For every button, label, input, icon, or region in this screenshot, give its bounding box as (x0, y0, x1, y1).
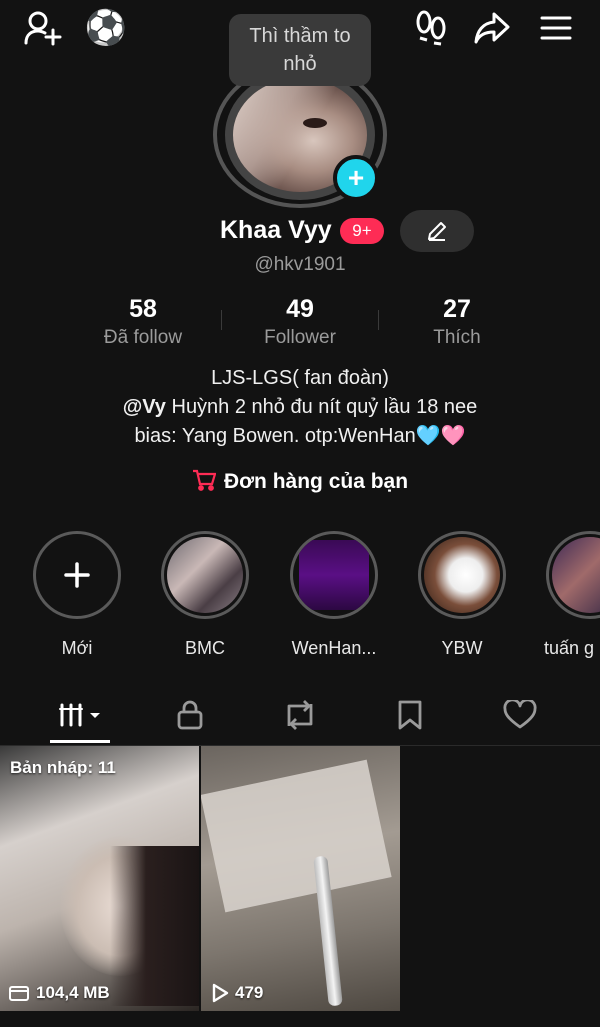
highlight-ybw-label: YBW (441, 638, 483, 658)
highlight-tuan-ring (546, 531, 600, 619)
draft-size-value: 104,4 MB (36, 983, 110, 1002)
share-arrow-icon[interactable] (470, 8, 514, 48)
plus-icon (64, 562, 90, 588)
highlight-ybw-thumbnail (424, 537, 500, 613)
stat-followers-value: 49 (286, 295, 314, 323)
highlight-tuan-thumbnail (552, 537, 600, 613)
bio-line-3: bias: Yang Bowen. otp:WenHan🩵🩷 (134, 425, 466, 447)
bio-line-1: LJS-LGS( fan đoàn) (211, 367, 389, 389)
cart-icon (192, 469, 217, 491)
highlight-wenhan[interactable]: WenHan... (286, 531, 382, 659)
stat-following-label: Đã follow (103, 327, 183, 348)
highlight-bmc-label: BMC (185, 638, 225, 658)
stat-likes-label: Thích (433, 327, 481, 348)
highlight-bmc-ring (161, 531, 249, 619)
folder-icon (9, 986, 29, 1001)
video-views-value: 479 (235, 983, 264, 1002)
orders-label: Đơn hàng của bạn (223, 470, 409, 493)
bio-line-2: @Vy Huỳnh 2 nhỏ đu nít quỷ lầu 18 nee (0, 393, 600, 422)
videos-grid-icon (59, 703, 100, 727)
tab-videos[interactable] (50, 690, 110, 740)
stat-likes[interactable]: 27 Thích (377, 294, 537, 352)
add-story-button[interactable]: + (333, 155, 379, 201)
highlight-wenhan-ring (290, 531, 378, 619)
draft-label: Bản nháp: 11 (10, 758, 116, 777)
highlight-ybw-ring (418, 531, 506, 619)
profile-name: Khaa Vyy (220, 216, 332, 244)
highlight-wenhan-label: WenHan... (291, 638, 377, 658)
play-icon (212, 983, 229, 1003)
bookmark-icon (398, 700, 422, 730)
highlight-tuan-label: tuấn g (544, 638, 595, 658)
heart-icon (503, 700, 537, 729)
stat-likes-value: 27 (443, 295, 471, 323)
highlight-wenhan-thumbnail (299, 540, 369, 610)
repost-icon (287, 700, 313, 730)
pencil-icon (428, 222, 446, 241)
highlight-tuan[interactable]: tuấn g (542, 531, 600, 659)
tab-liked[interactable] (490, 690, 550, 740)
grid-item-video[interactable]: 479 (201, 746, 400, 1011)
stat-following-value: 58 (129, 295, 157, 323)
footprints-icon[interactable] (410, 8, 452, 48)
avatar-photo-eye (303, 118, 327, 128)
bio-mention[interactable]: @Vy (123, 396, 166, 418)
edit-profile-button[interactable] (400, 210, 474, 252)
add-user-icon[interactable] (22, 8, 64, 48)
grid-item-drafts[interactable]: Bản nháp: 11 104,4 MB (0, 746, 199, 1011)
orders-link[interactable]: Đơn hàng của bạn (0, 469, 600, 494)
tab-saved[interactable] (380, 690, 440, 740)
active-tab-indicator (50, 740, 110, 743)
soccer-ball-icon[interactable]: ⚽ (84, 6, 128, 50)
highlight-bmc-thumbnail (167, 537, 243, 613)
lock-icon (177, 700, 203, 730)
video-views: 479 (211, 983, 263, 1003)
draft-size: 104,4 MB (8, 983, 110, 1003)
highlight-new-label: Mới (61, 638, 93, 658)
hamburger-menu-icon[interactable] (534, 8, 578, 48)
tab-private[interactable] (160, 690, 220, 740)
draft-photo-hair (110, 846, 199, 1006)
highlight-bmc[interactable]: BMC (157, 531, 253, 659)
profile-handle: @hkv1901 (254, 254, 346, 275)
video-photo-paper (201, 759, 392, 913)
tab-reposts[interactable] (270, 690, 330, 740)
tooltip-whisper[interactable]: Thì thầm to nhỏ (229, 14, 371, 86)
highlight-ybw[interactable]: YBW (414, 531, 510, 659)
highlight-new[interactable]: Mới (29, 531, 125, 659)
highlight-new-ring (33, 531, 121, 619)
bio-line-2-text: Huỳnh 2 nhỏ đu nít quỷ lầu 18 nee (165, 396, 478, 418)
stat-followers-label: Follower (264, 327, 336, 348)
stat-following[interactable]: 58 Đã follow (63, 294, 223, 352)
notification-badge[interactable]: 9+ (340, 218, 384, 244)
stat-followers[interactable]: 49 Follower (220, 294, 380, 352)
